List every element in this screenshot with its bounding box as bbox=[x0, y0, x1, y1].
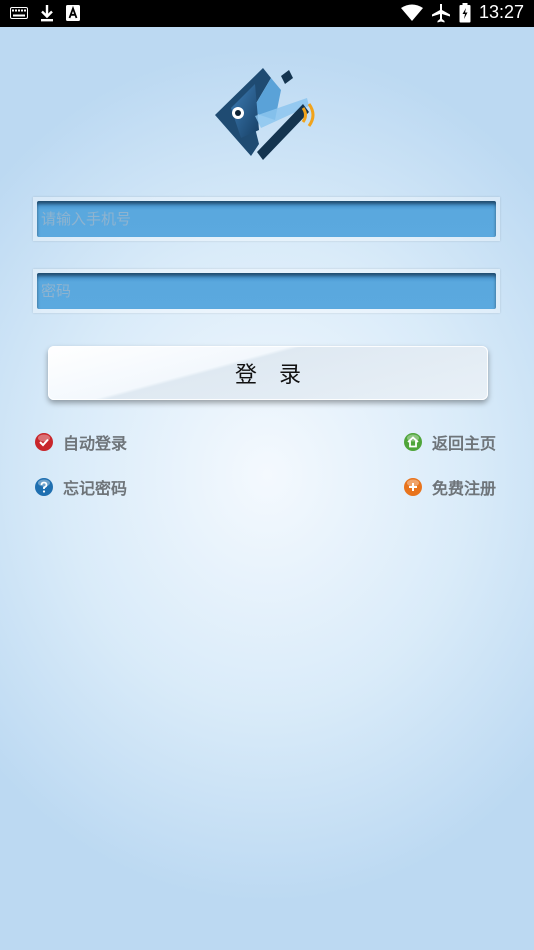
airplane-icon bbox=[431, 3, 450, 22]
keyboard-icon bbox=[10, 7, 28, 19]
password-input[interactable] bbox=[37, 273, 496, 309]
back-home-label: 返回主页 bbox=[432, 434, 497, 453]
wifi-icon bbox=[400, 4, 423, 21]
auto-login-label: 自动登录 bbox=[63, 434, 128, 453]
text-a-icon bbox=[66, 5, 80, 21]
forgot-password-link[interactable]: 忘记密码 bbox=[34, 475, 127, 499]
status-bar: 13:27 bbox=[0, 0, 534, 27]
question-circle-icon bbox=[35, 478, 53, 496]
check-circle-icon bbox=[35, 433, 53, 451]
status-right-icons: 13:27 bbox=[400, 2, 524, 23]
login-button[interactable]: 登录 bbox=[48, 346, 488, 400]
free-register-label: 免费注册 bbox=[432, 479, 497, 498]
status-time: 13:27 bbox=[478, 2, 524, 22]
free-register-link[interactable]: 免费注册 bbox=[403, 475, 496, 499]
download-icon bbox=[41, 5, 53, 22]
status-left-icons bbox=[10, 4, 80, 22]
back-home-link[interactable]: 返回主页 bbox=[403, 430, 496, 454]
forgot-password-label: 忘记密码 bbox=[63, 479, 128, 498]
password-field-frame bbox=[33, 269, 500, 313]
app-logo-icon bbox=[215, 68, 315, 160]
auto-login-toggle[interactable]: 自动登录 bbox=[34, 430, 127, 454]
phone-input[interactable] bbox=[37, 201, 496, 237]
battery-icon bbox=[459, 2, 471, 22]
login-button-label: 登录 bbox=[234, 363, 323, 388]
plus-circle-icon bbox=[404, 478, 422, 496]
phone-field-frame bbox=[33, 197, 500, 241]
home-icon bbox=[404, 433, 422, 451]
